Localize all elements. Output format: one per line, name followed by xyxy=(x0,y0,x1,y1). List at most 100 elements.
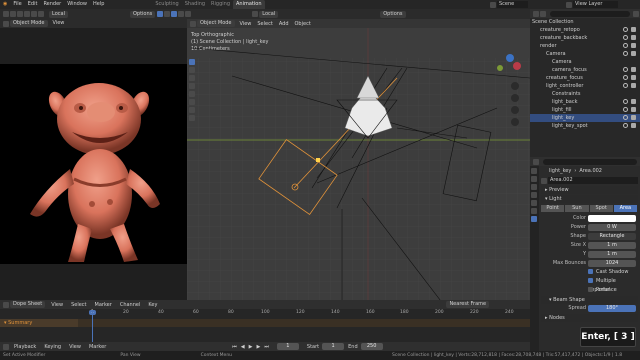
menu-file[interactable]: File xyxy=(10,0,24,9)
view-menu[interactable]: View xyxy=(69,344,81,350)
keying-menu[interactable]: Keying xyxy=(44,344,61,350)
select-intersect-icon[interactable] xyxy=(38,11,44,17)
dopesheet-menu-select[interactable]: Select xyxy=(71,302,86,308)
render-camera-icon[interactable] xyxy=(631,27,636,32)
properties-search-input[interactable] xyxy=(543,158,637,165)
light-data-name-field[interactable]: Area.002 xyxy=(548,177,638,184)
orientation-dropdown[interactable]: Local xyxy=(49,10,68,18)
select-mode-icon[interactable] xyxy=(17,11,23,17)
workspace-tab-animation[interactable]: Animation xyxy=(233,0,265,9)
viewport-menu-view[interactable]: View xyxy=(240,21,252,27)
summary-track[interactable] xyxy=(78,319,530,327)
eye-icon[interactable] xyxy=(623,115,628,120)
properties-type-icon[interactable] xyxy=(533,158,539,165)
scene-selector[interactable]: Scene xyxy=(490,1,529,8)
render-camera-icon[interactable] xyxy=(631,51,636,56)
measure-tool-icon[interactable] xyxy=(189,115,195,121)
move-tool-icon[interactable] xyxy=(189,75,195,81)
light-panel-header[interactable]: ▾ Light xyxy=(541,195,638,203)
rotate-tool-icon[interactable] xyxy=(189,83,195,89)
tool-tab-icon[interactable] xyxy=(531,168,537,174)
eye-icon[interactable] xyxy=(623,51,628,56)
transform-tool-icon[interactable] xyxy=(189,99,195,105)
light-type-spot[interactable]: Spot xyxy=(589,205,613,212)
portal-checkbox[interactable] xyxy=(588,287,593,292)
playback-menu[interactable]: Playback xyxy=(14,344,36,350)
render-camera-icon[interactable] xyxy=(631,83,636,88)
frame-ruler[interactable]: 1 20 40 60 80 100 120 140 160 180 200 22… xyxy=(78,310,530,318)
light-data-selector[interactable]: Area.002 xyxy=(541,176,638,185)
outliner-item[interactable]: light_back xyxy=(530,98,640,106)
world-tab-icon[interactable] xyxy=(531,200,537,206)
power-field[interactable]: 0 W xyxy=(588,224,636,231)
dopesheet-menu-view[interactable]: View xyxy=(51,302,63,308)
portal-row[interactable]: Portal xyxy=(541,286,638,295)
current-frame-field[interactable]: 1 xyxy=(276,343,299,350)
render-camera-icon[interactable] xyxy=(631,75,636,80)
render-camera-icon[interactable] xyxy=(631,107,636,112)
dopesheet-menu-marker[interactable]: Marker xyxy=(95,302,112,308)
timeline-type-icon[interactable] xyxy=(3,343,9,350)
summary-channel[interactable]: ▾ Summary xyxy=(0,319,78,327)
eye-icon[interactable] xyxy=(623,123,628,128)
viewport-menu-add[interactable]: Add xyxy=(279,21,289,27)
menu-edit[interactable]: Edit xyxy=(25,0,41,9)
options-dropdown-2[interactable]: Options xyxy=(380,10,406,18)
left-menu-view[interactable]: View xyxy=(53,19,65,28)
cursor-tool-icon[interactable] xyxy=(189,67,195,73)
workspace-tab-sculpting[interactable]: Sculpting xyxy=(152,0,181,9)
render-camera-icon[interactable] xyxy=(631,115,636,120)
select-extend-icon[interactable] xyxy=(24,11,30,17)
outliner-item[interactable]: render xyxy=(530,42,640,50)
menu-render[interactable]: Render xyxy=(40,0,64,9)
size-x-field[interactable]: 1 m xyxy=(588,242,636,249)
dopesheet-menu-key[interactable]: Key xyxy=(148,302,157,308)
editor-type-icon-left[interactable] xyxy=(3,20,9,27)
outliner-item[interactable]: light_fill xyxy=(530,106,640,114)
snap-target-icon[interactable] xyxy=(178,11,185,17)
outliner-search-input[interactable] xyxy=(550,10,630,17)
outliner-item[interactable]: camera_focus xyxy=(530,66,640,74)
eye-icon[interactable] xyxy=(623,99,628,104)
outliner-item[interactable]: creature_retopo xyxy=(530,26,640,34)
end-frame-field[interactable]: 250 xyxy=(360,343,383,350)
editor-type-icon-viewport[interactable] xyxy=(190,20,196,27)
preview-panel-header[interactable]: ▸ Preview xyxy=(541,186,638,194)
eye-icon[interactable] xyxy=(623,27,628,32)
outliner-item[interactable]: creature_focus xyxy=(530,74,640,82)
multiple-importance-row[interactable]: Multiple Importance xyxy=(541,277,638,293)
shape-dropdown[interactable]: Rectangle xyxy=(588,233,636,240)
light-data-tab-icon[interactable] xyxy=(531,216,537,222)
render-camera-icon[interactable] xyxy=(631,35,636,40)
render-camera-icon[interactable] xyxy=(631,123,636,128)
prev-key-icon[interactable]: ◀ xyxy=(241,344,245,350)
dopesheet-menu-channel[interactable]: Channel xyxy=(120,302,141,308)
filter-icon[interactable] xyxy=(633,10,639,17)
beam-shape-header[interactable]: ▾ Beam Shape xyxy=(541,296,638,304)
menu-help[interactable]: Help xyxy=(90,0,107,9)
transform-orientation-icon[interactable] xyxy=(252,11,259,17)
editor-type-icon[interactable] xyxy=(3,11,9,17)
select-box-icon[interactable] xyxy=(10,11,16,17)
outliner-item[interactable]: light_controller xyxy=(530,82,640,90)
dopesheet-mode-dropdown[interactable]: Dope Sheet xyxy=(10,301,46,308)
outliner-item[interactable]: Constraints xyxy=(530,90,640,98)
3d-viewport[interactable]: Object Mode View Select Add Object Top O… xyxy=(187,19,530,309)
dopesheet-type-icon[interactable] xyxy=(3,301,9,308)
viewport-menu-select[interactable]: Select xyxy=(257,21,272,27)
max-bounces-field[interactable]: 1024 xyxy=(588,260,636,267)
marker-menu[interactable]: Marker xyxy=(89,344,106,350)
eye-icon[interactable] xyxy=(623,35,628,40)
options-dropdown[interactable]: Options xyxy=(129,10,156,18)
render-camera-icon[interactable] xyxy=(631,99,636,104)
object-tab-icon[interactable] xyxy=(531,208,537,214)
cast-shadow-row[interactable]: Cast Shadow xyxy=(541,268,638,277)
multiple-importance-checkbox[interactable] xyxy=(588,278,593,283)
color-swatch[interactable] xyxy=(588,215,636,222)
light-type-area[interactable]: Area xyxy=(613,205,637,212)
transform-icon[interactable] xyxy=(157,11,164,17)
next-key-icon[interactable]: ▶ xyxy=(257,344,261,350)
viewport-mode-dropdown[interactable]: Object Mode xyxy=(197,20,235,27)
size-y-field[interactable]: 1 m xyxy=(588,251,636,258)
play-icon[interactable]: ▶ xyxy=(249,344,253,350)
